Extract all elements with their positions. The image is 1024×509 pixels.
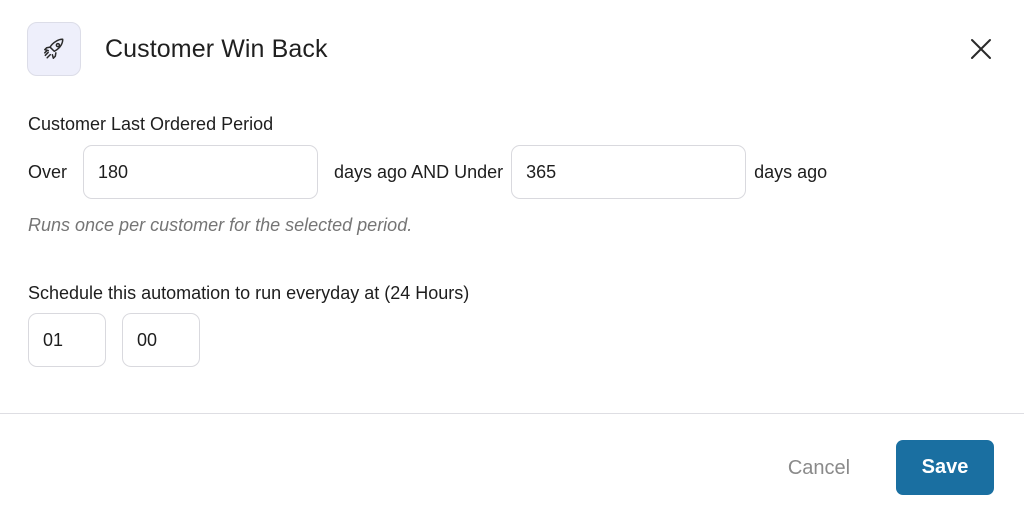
and-under-text: days ago AND Under — [334, 161, 504, 182]
over-text: Over — [28, 161, 68, 182]
rocket-icon — [27, 22, 81, 76]
cancel-button[interactable]: Cancel — [770, 441, 868, 495]
days-ago-text: days ago — [754, 161, 828, 182]
period-label: Customer Last Ordered Period — [28, 114, 274, 134]
dialog-header: Customer Win Back — [27, 22, 994, 78]
schedule-time-row — [28, 313, 216, 367]
over-days-input[interactable] — [83, 145, 319, 199]
footer-divider — [0, 413, 1024, 414]
period-row: Over days ago AND Under days ago — [28, 145, 827, 199]
hour-input[interactable] — [28, 313, 106, 367]
minute-input[interactable] — [122, 313, 200, 367]
under-days-input[interactable] — [511, 145, 747, 199]
automation-dialog: Customer Win Back Customer Last Ordered … — [0, 0, 1024, 509]
save-button[interactable]: Save — [896, 440, 994, 495]
period-help-text: Runs once per customer for the selected … — [28, 215, 413, 235]
dialog-title: Customer Win Back — [105, 35, 328, 63]
close-icon[interactable] — [968, 36, 994, 62]
schedule-label: Schedule this automation to run everyday… — [28, 283, 470, 303]
